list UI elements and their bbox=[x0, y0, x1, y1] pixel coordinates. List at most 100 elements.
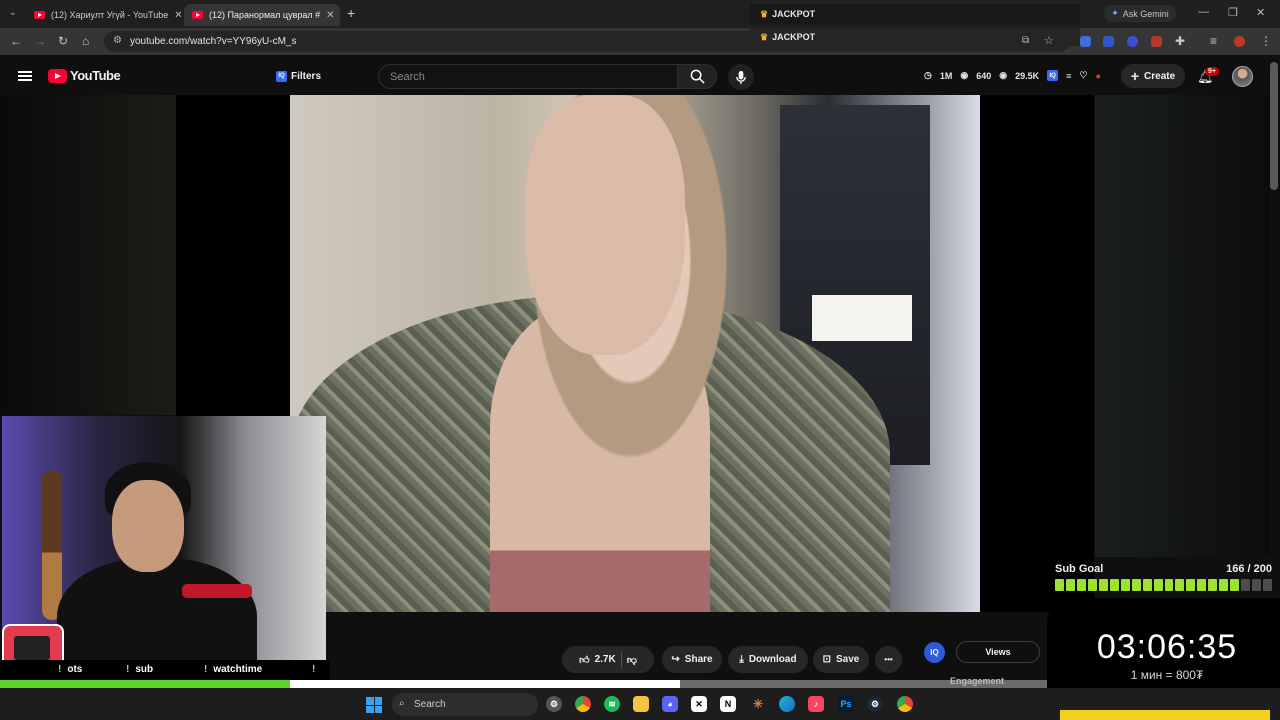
command-watchtime: ! watchtime bbox=[204, 664, 263, 675]
music-icon[interactable]: ♪ bbox=[808, 696, 824, 712]
bookmark-icon: ⊡ bbox=[822, 654, 832, 665]
discord-icon[interactable]: ◕ bbox=[662, 696, 678, 712]
photoshop-icon[interactable]: Ps bbox=[838, 696, 854, 712]
forward-arrow-icon[interactable]: → bbox=[34, 34, 46, 48]
clock-icon: ◷ bbox=[924, 70, 932, 80]
tab-list-icon[interactable]: ≡ bbox=[1210, 34, 1217, 48]
download-icon: ⤓ bbox=[739, 654, 744, 665]
crown-icon: ♛ bbox=[760, 8, 769, 19]
sub-goal-segment bbox=[1120, 579, 1130, 591]
sub-goal-segment bbox=[1241, 579, 1251, 591]
page-scrollbar[interactable] bbox=[1270, 62, 1278, 190]
site-info-icon[interactable]: ⚙ bbox=[113, 35, 122, 46]
sub-goal-count: 166 / 200 bbox=[1226, 563, 1272, 575]
red-bell-icon[interactable]: ● bbox=[1096, 71, 1101, 81]
extensions-puzzle-icon[interactable]: ✚ bbox=[1175, 34, 1185, 48]
extension-icon[interactable] bbox=[1151, 36, 1162, 47]
tab-1[interactable]: (12) Хариулт Угүй - YouTube ✕ bbox=[26, 4, 182, 26]
back-arrow-icon[interactable]: ← bbox=[10, 34, 22, 48]
chrome-profile-icon[interactable] bbox=[897, 696, 913, 712]
jackpot-label: JACKPOT bbox=[772, 9, 816, 19]
stat-subs: 1M bbox=[939, 70, 953, 81]
more-actions-button[interactable]: ••• bbox=[875, 646, 902, 673]
taskbar-search-label: Search bbox=[414, 699, 446, 710]
close-tab-icon[interactable]: ✕ bbox=[326, 10, 334, 21]
copilot-icon[interactable]: ⚙ bbox=[546, 696, 562, 712]
bookmark-star-icon[interactable]: ☆ bbox=[1044, 34, 1054, 47]
extension-icon[interactable] bbox=[1080, 36, 1091, 47]
search-input[interactable]: Search bbox=[378, 64, 678, 89]
iq-icon: IQ bbox=[276, 70, 287, 82]
share-label: Share bbox=[684, 654, 713, 665]
jackpot-item-1[interactable]: ♛ JACKPOT bbox=[750, 4, 1080, 24]
home-icon[interactable]: ⌂ bbox=[82, 34, 89, 48]
create-button[interactable]: + Create bbox=[1121, 64, 1185, 88]
share-icon: ↪ bbox=[671, 654, 680, 665]
capcut-icon[interactable]: ✕ bbox=[691, 696, 707, 712]
chrome-menu-icon[interactable]: ⋮ bbox=[1260, 34, 1272, 48]
reload-icon[interactable]: ↻ bbox=[58, 34, 68, 48]
close-tab-icon[interactable]: ✕ bbox=[174, 10, 182, 21]
logo-text: YouTube bbox=[70, 68, 121, 83]
list-icon[interactable]: ≡ bbox=[1066, 71, 1071, 81]
youtube-play-icon bbox=[48, 68, 67, 83]
install-app-icon[interactable]: ⧉ bbox=[1022, 35, 1029, 46]
crown-icon: ♛ bbox=[760, 31, 769, 42]
edge-icon[interactable] bbox=[779, 696, 795, 712]
close-window-button[interactable]: ✕ bbox=[1256, 6, 1265, 19]
new-tab-button[interactable]: + bbox=[347, 5, 355, 21]
profile-icon[interactable] bbox=[1234, 36, 1245, 47]
minimize-button[interactable]: — bbox=[1198, 6, 1209, 18]
avatar[interactable] bbox=[1232, 66, 1253, 87]
youtube-logo[interactable]: YouTube bbox=[48, 68, 121, 83]
video-progress-buffered[interactable] bbox=[290, 680, 680, 688]
sub-goal-progress bbox=[1055, 579, 1273, 591]
command-ots: ! ots bbox=[58, 664, 83, 675]
sub-goal-segment bbox=[1263, 579, 1273, 591]
thumbs-down-icon[interactable]: 👎︎ bbox=[627, 654, 637, 666]
jackpot-label: JACKPOT bbox=[772, 32, 816, 42]
command-sub: ! sub bbox=[126, 664, 154, 675]
video-frame[interactable] bbox=[290, 95, 980, 612]
address-bar[interactable]: ⚙ youtube.com/watch?v=YY96yU-cM_s ♛ JACK… bbox=[104, 28, 1080, 52]
video-progress-remaining[interactable] bbox=[680, 680, 1080, 688]
jackpot-item-2[interactable]: ♛ JACKPOT bbox=[750, 28, 1080, 46]
steam-icon[interactable]: ⚙ bbox=[867, 696, 883, 712]
stat-views-a: 640 bbox=[976, 70, 992, 81]
iq-extension-button[interactable]: IQ bbox=[924, 642, 945, 663]
search-button[interactable] bbox=[677, 64, 717, 89]
maximize-button[interactable]: ❐ bbox=[1228, 6, 1238, 19]
sub-goal-segment bbox=[1208, 579, 1218, 591]
tab-title: (12) Хариулт Угүй - YouTube bbox=[51, 10, 169, 20]
notion-icon[interactable]: N bbox=[720, 696, 736, 712]
save-button[interactable]: ⊡ Save bbox=[813, 646, 869, 673]
download-button[interactable]: ⤓ Download bbox=[728, 646, 808, 673]
views-tab[interactable]: Views bbox=[956, 641, 1040, 663]
extension-icon[interactable] bbox=[1103, 36, 1114, 47]
video-progress-played[interactable] bbox=[0, 680, 290, 688]
menu-icon[interactable] bbox=[18, 71, 32, 81]
extension-icon[interactable] bbox=[1127, 36, 1138, 47]
windows-start-icon[interactable] bbox=[366, 697, 382, 713]
gemini-sparkle-icon: ✦ bbox=[1111, 8, 1119, 18]
microphone-icon bbox=[736, 70, 746, 84]
chrome-icon[interactable] bbox=[575, 696, 591, 712]
thumbs-up-icon: 👍︎ bbox=[579, 654, 590, 666]
taskbar-search[interactable]: ⌕ Search bbox=[392, 693, 538, 716]
spotify-icon[interactable]: ≋ bbox=[604, 696, 620, 712]
voice-search-button[interactable] bbox=[728, 64, 754, 90]
file-explorer-icon[interactable] bbox=[633, 696, 649, 712]
engagement-label: Engagement bbox=[950, 676, 1005, 686]
trophy-icon[interactable]: ♡ bbox=[1079, 70, 1087, 81]
filters-button[interactable]: IQ Filters bbox=[270, 66, 326, 86]
tab-search-chevron-icon[interactable]: ⌄ bbox=[9, 7, 17, 18]
share-button[interactable]: ↪ Share bbox=[662, 646, 722, 673]
background-paper bbox=[812, 295, 912, 341]
like-button[interactable]: 👍︎ 2.7K 👎︎ bbox=[562, 646, 654, 673]
ask-gemini-button[interactable]: ✦ Ask Gemini bbox=[1104, 5, 1176, 22]
save-label: Save bbox=[836, 654, 860, 665]
claude-icon[interactable]: ✳ bbox=[750, 696, 766, 712]
tab-2[interactable]: (12) Паранормал цуврал # ✕ bbox=[184, 4, 340, 26]
iq-icon[interactable]: IQ bbox=[1047, 70, 1059, 81]
sub-goal-segment bbox=[1098, 579, 1108, 591]
